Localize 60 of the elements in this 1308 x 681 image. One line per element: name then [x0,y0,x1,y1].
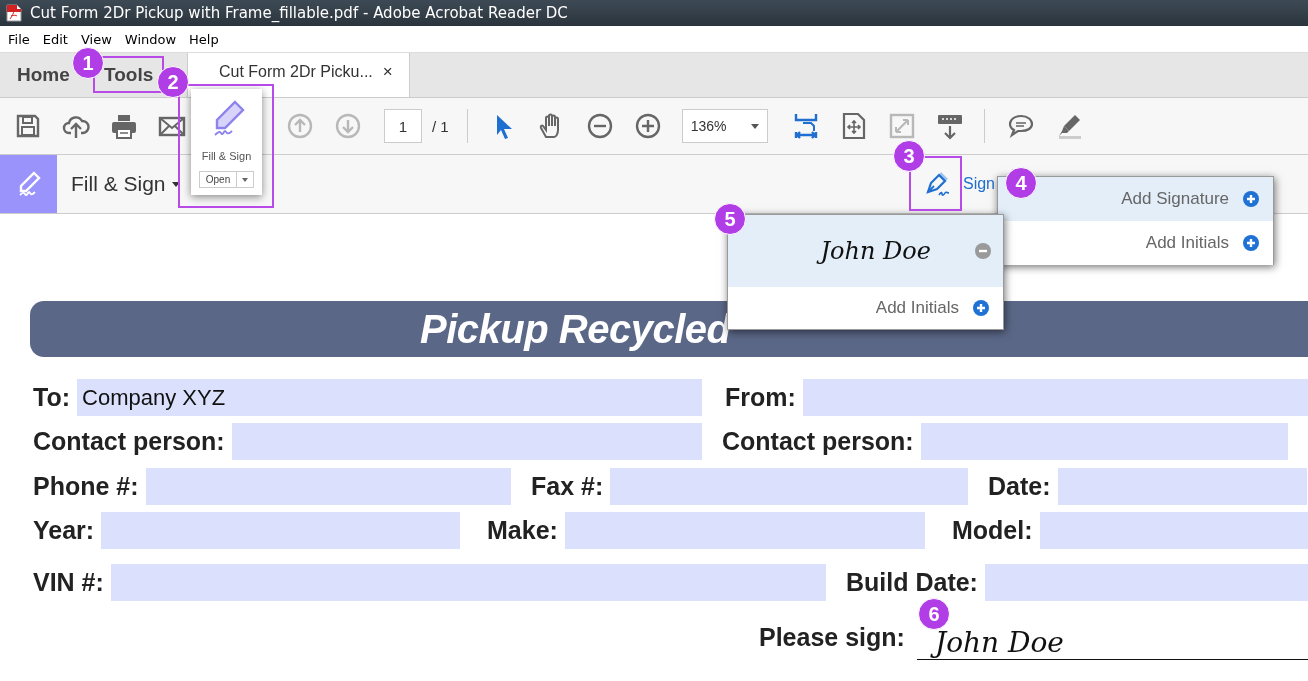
step-badge: 6 [918,598,950,630]
form-title: Pickup Recycled [420,306,731,352]
field-label: Fax #: [531,472,604,501]
field-label: Make: [487,516,558,545]
input-field[interactable] [1057,468,1307,505]
close-tab-button[interactable]: × [382,62,393,82]
keyboard-download-icon[interactable] [935,112,964,140]
tab[interactable]: Home [17,64,71,86]
page-count: / 1 [432,117,449,135]
tab[interactable]: Cut Form 2Dr Picku... × [187,53,410,97]
tool-card[interactable]: Fill & Sign Open [191,89,262,195]
menu-item[interactable]: Help [189,32,219,47]
comment-icon[interactable] [1006,112,1035,140]
zoom-in-icon[interactable] [633,112,662,140]
input-field[interactable] [802,379,1308,416]
field-label: Contact person: [33,427,225,456]
input-field[interactable] [920,423,1288,460]
field-label: Year: [33,516,95,545]
menu-item[interactable]: View [80,32,112,47]
input-field[interactable] [145,468,511,505]
print-icon[interactable] [110,112,138,140]
field-label: VIN #: [33,568,104,597]
field-label: From: [725,383,796,412]
field-label: Phone #: [33,472,139,501]
input-field[interactable] [101,512,460,549]
menu-item[interactable]: Window [124,32,177,47]
menu-item[interactable]: File [8,32,30,47]
zoom-dropdown[interactable]: 136% [681,109,768,143]
zoom-out-icon[interactable] [585,112,614,140]
input-field[interactable] [564,512,925,549]
add-icon[interactable] [1243,235,1259,251]
caret-icon [171,181,180,187]
input-field[interactable]: Company XYZ [77,379,702,416]
caret-icon [750,123,759,129]
window-title: Cut Form 2Dr Pickup with Frame_fillable.pdf - Adobe Acrobat Reader DC [30,4,568,22]
page-number-field[interactable]: 1 [384,109,422,143]
save-icon[interactable] [14,112,42,140]
tool-menu-button[interactable]: Fill & Sign [71,172,180,196]
field-label: Model: [952,516,1033,545]
field-label: Build Date: [846,568,978,597]
field-label: Date: [988,472,1051,501]
field-label: To: [33,383,70,412]
input-field[interactable] [610,468,968,505]
menu-item[interactable]: Edit [42,32,68,47]
menu-item[interactable]: Add Initials [728,287,1003,329]
tab-label: Cut Form 2Dr Picku... [219,63,373,81]
add-icon[interactable] [973,300,989,316]
remove-icon[interactable] [975,243,991,259]
input-field[interactable] [231,423,702,460]
pdf-file-icon [6,4,22,22]
tab[interactable]: Tools [104,64,154,86]
caret-icon [242,177,249,182]
field-label: Please sign: [759,623,905,652]
sign-button[interactable]: Sign [962,175,995,193]
field-label: Contact person: [722,427,914,456]
input-field[interactable] [110,564,826,601]
add-icon[interactable] [1243,191,1259,207]
input-field[interactable] [984,564,1308,601]
tool-label: Fill & Sign [201,150,252,162]
input-field[interactable] [1039,512,1308,549]
